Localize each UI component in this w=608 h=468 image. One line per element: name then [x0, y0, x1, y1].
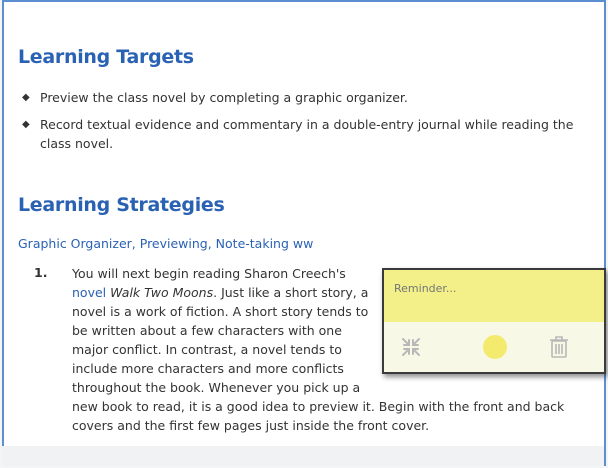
trash-icon[interactable] [546, 334, 572, 360]
paragraph-line: new book to read, it is a good idea to p… [72, 399, 565, 414]
paragraph-text: . Just like a short story, a [213, 285, 369, 300]
document-page: Learning Targets ◆ Preview the class nov… [2, 0, 606, 466]
paragraph-line: throughout the book. Whenever you pick u… [72, 380, 361, 395]
strategies-list[interactable]: Graphic Organizer, Previewing, Note-taki… [18, 236, 313, 251]
color-dot-icon[interactable] [482, 334, 508, 360]
reminder-toolbar [384, 322, 604, 372]
reminder-input[interactable] [384, 270, 604, 322]
list-item: ◆ Record textual evidence and commentary… [22, 115, 592, 153]
item-number: 1. [34, 265, 48, 280]
list-item: ◆ Preview the class novel by completing … [22, 88, 592, 107]
learning-strategies-heading: Learning Strategies [18, 194, 225, 216]
collapse-icon[interactable] [398, 334, 424, 360]
learning-targets-heading: Learning Targets [18, 46, 194, 68]
page-left-rule [2, 2, 4, 452]
reminder-note [382, 268, 606, 374]
target-line: Record textual evidence and commentary i… [40, 117, 574, 132]
target-line: Preview the class novel by completing a … [40, 90, 408, 105]
target-line: class novel. [40, 136, 114, 151]
bullet-icon: ◆ [22, 119, 30, 130]
book-title: Walk Two Moons [110, 285, 214, 300]
color-dot [483, 335, 507, 359]
paragraph-line: covers and the first few pages just insi… [72, 418, 430, 433]
learning-targets-list: ◆ Preview the class novel by completing … [22, 88, 592, 161]
novel-link[interactable]: novel [72, 285, 106, 300]
bullet-icon: ◆ [22, 92, 30, 103]
page-bottom-strip [2, 446, 604, 466]
